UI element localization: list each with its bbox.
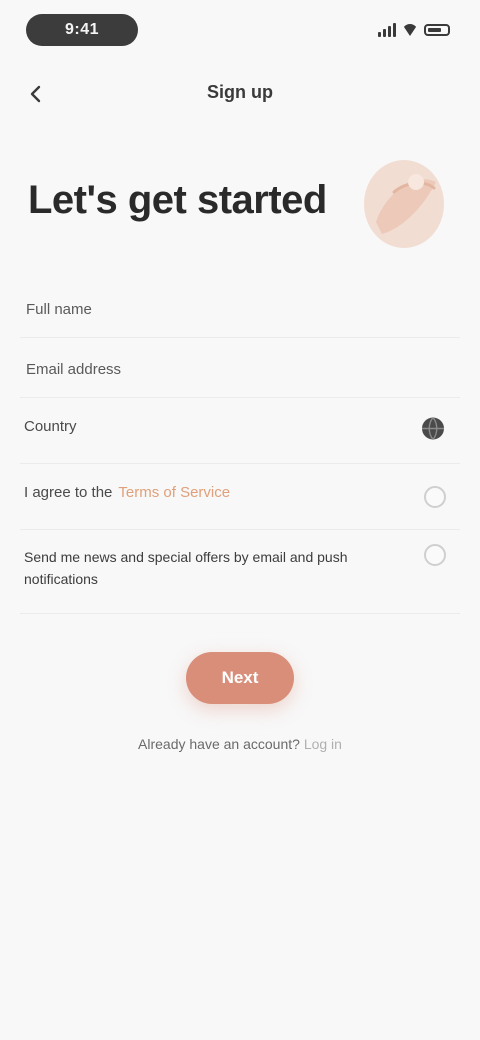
name-row bbox=[20, 278, 460, 338]
status-time: 9:41 bbox=[64, 21, 100, 38]
marketing-checkbox[interactable] bbox=[424, 544, 446, 566]
marketing-row[interactable]: Send me news and special offers by email… bbox=[20, 530, 460, 614]
status-time-pill: 9:41 bbox=[26, 14, 138, 46]
terms-label: I agree to the Terms of Service bbox=[24, 484, 230, 501]
nav-bar: Sign up bbox=[0, 66, 480, 122]
country-selector[interactable] bbox=[420, 415, 446, 446]
terms-checkbox-wrap bbox=[424, 485, 446, 508]
terms-checkbox[interactable] bbox=[424, 485, 446, 508]
country-label: Country bbox=[24, 418, 77, 435]
marketing-checkbox-wrap bbox=[424, 544, 446, 566]
terms-row[interactable]: I agree to the Terms of Service bbox=[20, 464, 460, 530]
country-row[interactable]: Country bbox=[20, 398, 460, 464]
hero-section: Let's get started bbox=[24, 160, 456, 260]
signup-form: Country I agree to the Terms of Service S… bbox=[20, 278, 460, 614]
name-field[interactable] bbox=[24, 290, 460, 328]
login-prompt[interactable]: Already have an account? Log in bbox=[0, 736, 480, 752]
globe-icon bbox=[422, 416, 444, 440]
battery-icon bbox=[424, 24, 450, 36]
page-title: Sign up bbox=[207, 82, 273, 102]
next-button[interactable]: Next bbox=[186, 652, 294, 704]
login-link[interactable]: Log in bbox=[304, 736, 342, 752]
status-bar: 9:41 bbox=[0, 0, 480, 60]
wifi-icon bbox=[402, 24, 418, 36]
signal-icon bbox=[378, 23, 396, 37]
terms-link[interactable]: Terms of Service bbox=[118, 484, 230, 501]
email-row bbox=[20, 338, 460, 398]
login-prompt-text: Already have an account? bbox=[138, 736, 300, 752]
marketing-label: Send me news and special offers by email… bbox=[24, 549, 348, 587]
email-field[interactable] bbox=[24, 350, 460, 388]
status-icons bbox=[378, 20, 450, 40]
terms-text: I agree to the bbox=[24, 484, 113, 501]
hero-title: Let's get started bbox=[28, 178, 327, 222]
hero-illustration bbox=[364, 160, 444, 248]
